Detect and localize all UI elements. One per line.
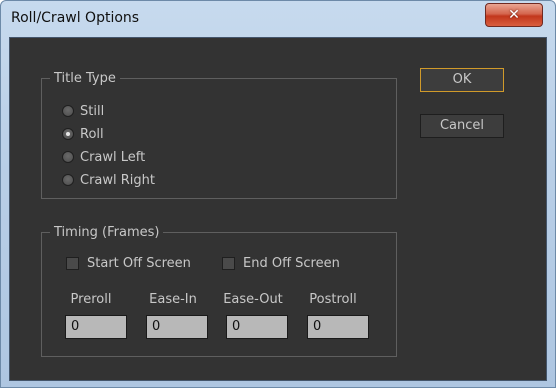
radio-still-indicator[interactable] [62, 105, 74, 117]
preroll-input[interactable]: 0 [65, 315, 127, 339]
end-off-screen-checkbox-row[interactable]: End Off Screen [222, 254, 340, 272]
radio-still-label: Still [80, 103, 105, 119]
postroll-label: Postroll [309, 292, 357, 307]
dialog-title: Roll/Crawl Options [11, 10, 140, 26]
start-off-screen-checkbox-row[interactable]: Start Off Screen [66, 254, 191, 272]
preroll-label: Preroll [70, 292, 112, 307]
timing-group: Timing (Frames) Start Off Screen End Off… [41, 225, 397, 357]
title-type-legend: Title Type [54, 71, 116, 86]
title-type-group: Title Type Still Roll Crawl Left Crawl R… [41, 71, 397, 199]
radio-roll[interactable]: Roll [62, 125, 104, 143]
radio-crawl-right[interactable]: Crawl Right [62, 171, 155, 189]
start-off-screen-label: Start Off Screen [87, 255, 191, 271]
radio-crawl-right-label: Crawl Right [80, 172, 155, 188]
title-bar[interactable]: Roll/Crawl Options ✕ [1, 1, 555, 37]
radio-crawl-right-indicator[interactable] [62, 174, 74, 186]
radio-crawl-left-indicator[interactable] [62, 151, 74, 163]
radio-still[interactable]: Still [62, 102, 104, 120]
close-icon: ✕ [508, 7, 520, 23]
dialog-body: Title Type Still Roll Crawl Left Crawl R… [9, 37, 547, 381]
close-button[interactable]: ✕ [485, 3, 543, 27]
ease-out-input[interactable]: 0 [226, 315, 288, 339]
end-off-screen-label: End Off Screen [243, 255, 340, 271]
ease-out-label: Ease-Out [223, 292, 283, 307]
start-off-screen-checkbox[interactable] [66, 256, 79, 270]
radio-crawl-left[interactable]: Crawl Left [62, 148, 145, 166]
timing-legend: Timing (Frames) [54, 225, 160, 240]
radio-roll-indicator[interactable] [62, 128, 74, 140]
ease-in-input[interactable]: 0 [146, 315, 208, 339]
postroll-input[interactable]: 0 [307, 315, 369, 339]
radio-crawl-left-label: Crawl Left [80, 149, 146, 165]
radio-roll-label: Roll [80, 126, 104, 142]
cancel-button[interactable]: Cancel [420, 114, 504, 138]
ease-in-label: Ease-In [149, 292, 197, 307]
ok-button[interactable]: OK [420, 68, 504, 92]
roll-crawl-options-dialog: Roll/Crawl Options ✕ Title Type Still Ro… [0, 0, 556, 388]
end-off-screen-checkbox[interactable] [222, 256, 235, 270]
